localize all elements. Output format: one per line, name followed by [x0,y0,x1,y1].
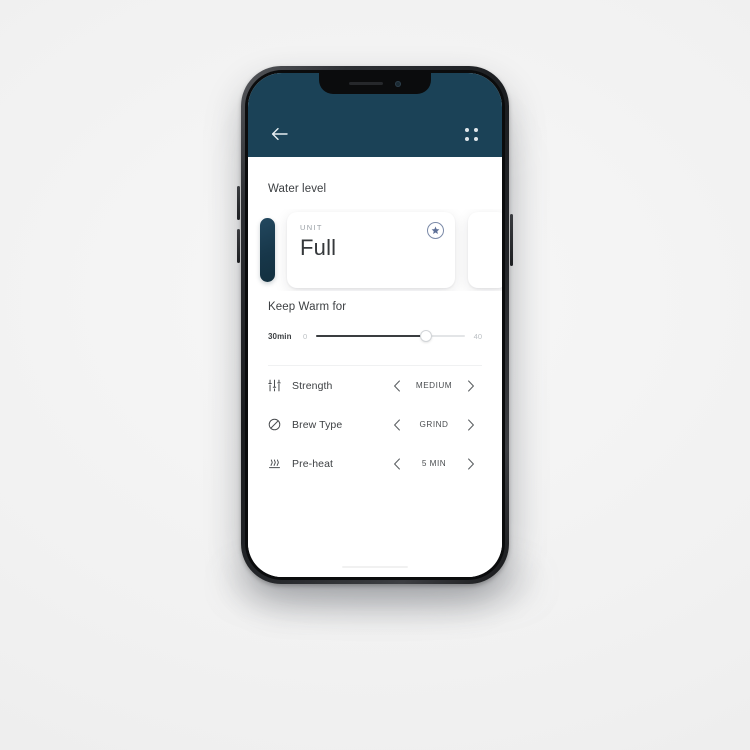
slider-thumb[interactable] [420,330,433,342]
stepper-strength: MEDIUM [386,379,482,392]
stepper-brew-type: GRIND [386,418,482,431]
chevron-left-icon [394,457,400,470]
chevron-right-icon [468,457,474,470]
tune-icon [268,379,286,392]
favorite-badge-button[interactable] [427,222,444,239]
chevron-left-icon [394,418,400,431]
device-notch [319,73,431,94]
content-sheet: Water level UNIT Full Keep Warm for 30mi… [248,157,502,577]
block-circle-icon [268,418,286,431]
arrow-left-icon [271,127,288,141]
keep-warm-amount: 30min [268,331,292,341]
app-bar [248,73,502,157]
phone-screen: Water level UNIT Full Keep Warm for 30mi… [248,73,502,577]
slider-max-label: 40 [473,331,482,341]
phone-bezel: Water level UNIT Full Keep Warm for 30mi… [245,70,505,580]
phone-device: Water level UNIT Full Keep Warm for 30mi… [237,66,513,584]
water-level-title: Water level [268,183,327,195]
earpiece-speaker [349,81,383,86]
option-row-strength[interactable]: Strength MEDIUM [268,366,482,405]
carousel-peek-card[interactable] [468,212,502,288]
unit-value: Full [300,235,337,260]
app-bar-actions [248,117,502,151]
strength-next-button[interactable] [460,379,482,392]
strength-prev-button[interactable] [386,379,408,392]
keep-warm-slider-row: 30min 0 40 [268,329,482,343]
slider-fill [316,335,427,337]
option-label-strength: Strength [292,379,333,392]
option-value-pre-heat: 5 MIN [421,459,447,468]
option-value-brew-type: GRIND [419,420,449,429]
volume-down-button[interactable] [237,229,240,263]
star-circle-icon [431,226,440,234]
front-camera [395,80,401,87]
pre-heat-next-button[interactable] [460,457,482,470]
keep-warm-title: Keep Warm for [268,301,347,313]
water-level-carousel[interactable]: UNIT Full [248,209,502,291]
power-button[interactable] [510,214,513,266]
carousel-active-card[interactable]: UNIT Full [287,212,455,288]
grid-dots-icon [464,127,478,141]
option-row-brew-type[interactable]: Brew Type GRIND [268,405,482,444]
pre-heat-prev-button[interactable] [386,457,408,470]
chevron-right-icon [468,418,474,431]
keep-warm-section: Keep Warm for 30min 0 40 [248,291,502,343]
unit-label: UNIT [300,223,323,232]
chevron-left-icon [394,379,400,392]
option-value-strength: MEDIUM [415,381,453,390]
heat-waves-icon [268,457,286,470]
back-button[interactable] [266,121,292,147]
volume-up-button[interactable] [237,186,240,220]
carousel-collapsed-card[interactable] [260,218,275,282]
grid-menu-button[interactable] [458,121,484,147]
brew-type-next-button[interactable] [460,418,482,431]
stepper-pre-heat: 5 MIN [386,457,482,470]
slider-min-label: 0 [303,331,308,341]
option-label-brew-type: Brew Type [292,418,343,431]
home-indicator[interactable] [342,565,408,568]
brew-type-prev-button[interactable] [386,418,408,431]
keep-warm-slider[interactable] [316,329,465,343]
option-label-pre-heat: Pre-heat [292,457,334,470]
chevron-right-icon [468,379,474,392]
option-row-pre-heat[interactable]: Pre-heat 5 MIN [268,444,482,483]
options-list: Strength MEDIUM Brew Type GRIND Pre-heat… [248,366,502,483]
